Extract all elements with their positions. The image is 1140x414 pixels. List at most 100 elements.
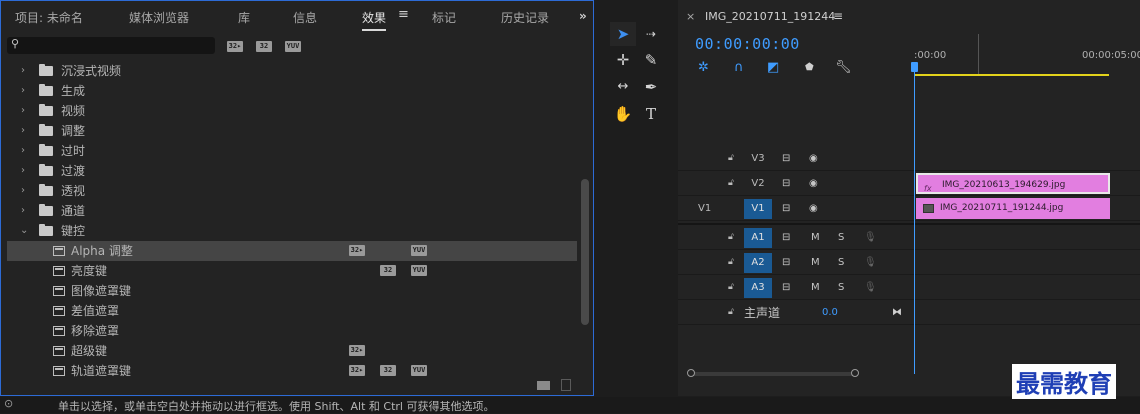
chevron-right-icon[interactable]: ›	[21, 121, 25, 141]
yuv-filter-icon[interactable]: YUV	[285, 41, 301, 52]
tab-effects[interactable]: 效果	[362, 9, 387, 31]
tree-folder[interactable]: › 视频	[7, 101, 577, 121]
tree-folder[interactable]: › 通道	[7, 201, 577, 221]
nest-snap-icon[interactable]: ✲	[698, 60, 709, 75]
tree-folder[interactable]: › 透视	[7, 181, 577, 201]
32bit-filter-icon[interactable]: 32	[256, 41, 272, 52]
chevron-right-icon[interactable]: ›	[21, 81, 25, 101]
sync-lock-icon[interactable]: ⊟	[782, 278, 790, 298]
zoom-handle-right[interactable]	[851, 369, 859, 377]
snap-magnet-icon[interactable]: ∩	[734, 60, 744, 75]
hand-tool-icon[interactable]: ✋	[610, 102, 636, 126]
effect-item[interactable]: 超级键 32▸	[7, 341, 577, 361]
solo-button[interactable]: S	[838, 253, 844, 273]
tree-folder[interactable]: › 调整	[7, 121, 577, 141]
zoom-scrollbar[interactable]	[687, 369, 859, 377]
chevron-right-icon[interactable]: ›	[21, 181, 25, 201]
effect-item[interactable]: 亮度键 32 YUV	[7, 261, 577, 281]
track-target-a1[interactable]: A1	[744, 228, 772, 248]
chevron-right-icon[interactable]: ›	[21, 101, 25, 121]
effect-item[interactable]: 差值遮罩	[7, 301, 577, 321]
menu-icon[interactable]: ≡	[833, 9, 843, 23]
playhead-handle[interactable]	[911, 62, 918, 72]
effect-item[interactable]: 移除遮罩	[7, 321, 577, 341]
chevron-right-icon[interactable]: ›	[21, 141, 25, 161]
solo-button[interactable]: S	[838, 228, 844, 248]
razor-tool-icon[interactable]: ✎	[638, 48, 664, 72]
zoom-handle-left[interactable]	[687, 369, 695, 377]
time-ruler[interactable]: :00:00 00:00:05:00	[914, 30, 1140, 76]
tab-libraries[interactable]: 库	[238, 9, 250, 26]
track-target-v3[interactable]: V3	[744, 149, 772, 169]
track-target-v1[interactable]: V1	[744, 199, 772, 219]
pen-tool-icon[interactable]: ✒	[638, 75, 664, 99]
effect-item[interactable]: 图像遮罩键	[7, 281, 577, 301]
tree-folder[interactable]: › 过时	[7, 141, 577, 161]
overflow-chevron-icon[interactable]: »	[579, 9, 587, 23]
search-input[interactable]	[25, 38, 211, 52]
tab-history[interactable]: 历史记录	[501, 9, 549, 26]
tab-markers[interactable]: 标记	[432, 9, 456, 26]
sync-lock-icon[interactable]: ⊟	[782, 199, 790, 219]
sync-lock-icon[interactable]: ⊟	[782, 228, 790, 248]
tab-project[interactable]: 项目: 未命名	[15, 9, 83, 26]
tree-folder[interactable]: › 生成	[7, 81, 577, 101]
effect-item-selected[interactable]: Alpha 调整 32▸ YUV	[7, 241, 577, 261]
lock-icon[interactable]: 🔓︎	[728, 307, 734, 317]
go-to-edit-point-icon[interactable]: ⧓	[892, 303, 902, 323]
master-volume-value[interactable]: 0.0	[822, 303, 838, 323]
wrench-settings-icon[interactable]: 🔧︎	[835, 60, 852, 75]
slip-tool-icon[interactable]: ↔	[610, 75, 636, 99]
type-tool-icon[interactable]: T	[638, 102, 664, 126]
add-marker-icon[interactable]: ⬟	[805, 62, 814, 73]
chevron-right-icon[interactable]: ›	[21, 201, 25, 221]
sync-lock-icon[interactable]: ⊟	[782, 253, 790, 273]
mute-button[interactable]: M	[811, 253, 820, 273]
microphone-icon[interactable]: 🎙︎	[864, 228, 877, 248]
clip-v2[interactable]: fx IMG_20210613_194629.jpg	[916, 173, 1110, 194]
new-bin-folder-icon[interactable]	[537, 381, 550, 390]
track-target-a2[interactable]: A2	[744, 253, 772, 273]
linked-selection-icon[interactable]: ◩	[767, 60, 779, 75]
tab-media-browser[interactable]: 媒体浏览器	[129, 9, 189, 26]
tree-folder[interactable]: › 过渡	[7, 161, 577, 181]
sequence-tab[interactable]: IMG_20210711_191244	[705, 10, 835, 23]
playhead-line[interactable]	[914, 62, 915, 374]
eye-icon[interactable]: ◉	[809, 174, 818, 194]
ripple-edit-tool-icon[interactable]: ✛	[610, 48, 636, 72]
tab-info[interactable]: 信息	[293, 9, 317, 26]
track-target-v2[interactable]: V2	[744, 174, 772, 194]
track-select-tool-icon[interactable]: ⇢	[638, 22, 664, 46]
delete-trash-icon[interactable]	[561, 379, 571, 391]
lock-icon[interactable]: 🔓︎	[728, 257, 734, 267]
solo-button[interactable]: S	[838, 278, 844, 298]
menu-icon[interactable]: ≡	[398, 7, 409, 22]
effect-item[interactable]: 轨道遮罩键 32▸ 32 YUV	[7, 361, 577, 381]
close-icon[interactable]: ×	[686, 10, 695, 23]
search-field[interactable]: ⚲	[7, 37, 215, 54]
chevron-right-icon[interactable]: ›	[21, 61, 25, 81]
tree-folder[interactable]: › 沉浸式视频	[7, 61, 577, 81]
lock-icon[interactable]: 🔓︎	[728, 153, 734, 163]
track-target-a3[interactable]: A3	[744, 278, 772, 298]
chevron-right-icon[interactable]: ›	[21, 161, 25, 181]
clip-v1[interactable]: IMG_20210711_191244.jpg	[916, 198, 1110, 219]
source-patch-v1[interactable]: V1	[698, 199, 711, 219]
work-area-bar[interactable]	[914, 74, 1109, 76]
lock-icon[interactable]: 🔓︎	[728, 232, 734, 242]
eye-icon[interactable]: ◉	[809, 149, 818, 169]
mute-button[interactable]: M	[811, 228, 820, 248]
mute-button[interactable]: M	[811, 278, 820, 298]
sync-lock-icon[interactable]: ⊟	[782, 174, 790, 194]
playhead-timecode[interactable]: 00:00:00:00	[695, 35, 800, 53]
eye-icon[interactable]: ◉	[809, 199, 818, 219]
microphone-icon[interactable]: 🎙︎	[864, 253, 877, 273]
chevron-down-icon[interactable]: ⌄	[20, 221, 28, 241]
accelerated-effects-filter-icon[interactable]: 32▸	[227, 41, 243, 52]
sync-lock-icon[interactable]: ⊟	[782, 149, 790, 169]
lock-icon[interactable]: 🔓︎	[728, 178, 734, 188]
vertical-scrollbar[interactable]	[581, 179, 589, 325]
microphone-icon[interactable]: 🎙︎	[864, 278, 877, 298]
lock-icon[interactable]: 🔓︎	[728, 282, 734, 292]
tree-folder-expanded[interactable]: ⌄ 键控	[7, 221, 577, 241]
